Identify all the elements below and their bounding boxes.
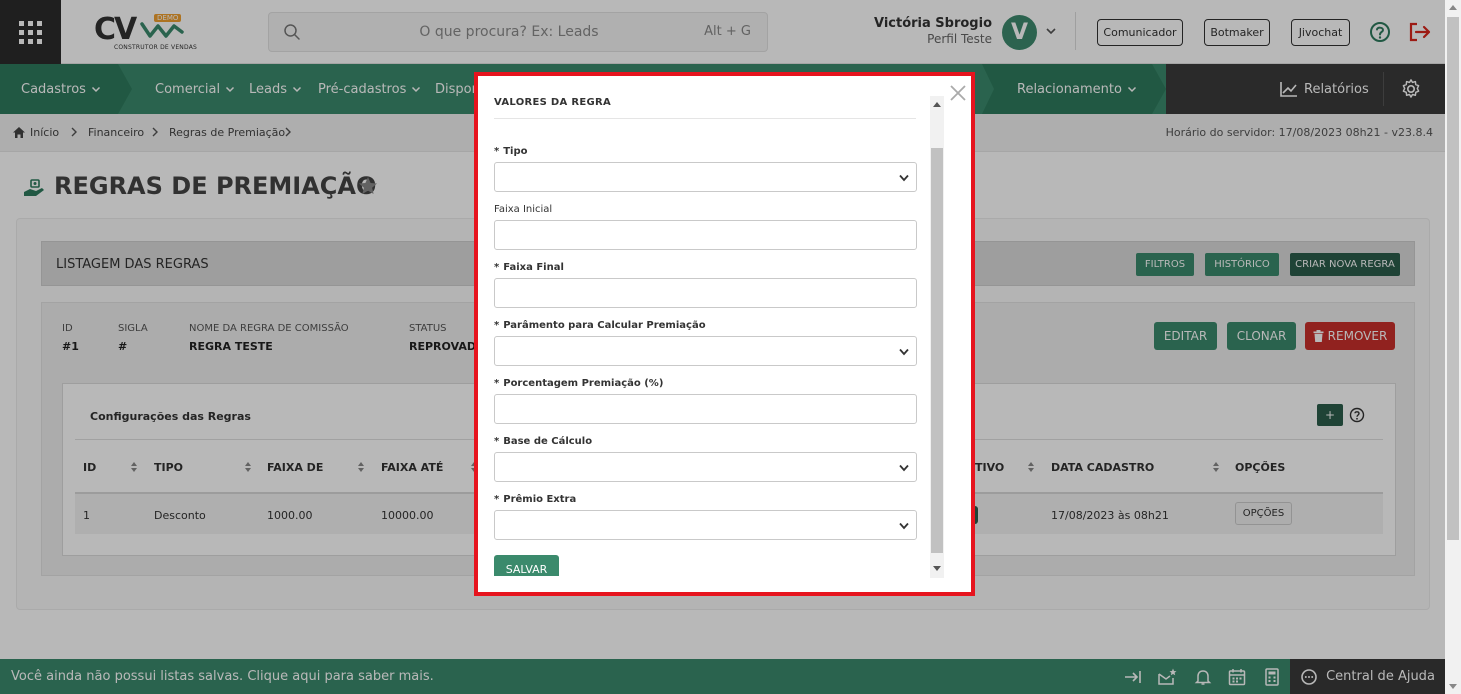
faixa-inicial-field[interactable] xyxy=(494,220,917,250)
close-icon[interactable] xyxy=(949,84,967,102)
faixa-final-field[interactable] xyxy=(494,278,917,308)
field-label-porcentagem: * Porcentagem Premiação (%) xyxy=(494,378,664,389)
required-marker: * xyxy=(494,436,500,447)
required-marker: * xyxy=(494,320,500,331)
scroll-up-arrow-icon[interactable] xyxy=(933,102,941,107)
modal-heading: VALORES DA REGRA xyxy=(494,97,612,108)
chevron-down-icon xyxy=(899,464,909,472)
required-marker: * xyxy=(494,494,500,505)
chevron-down-icon xyxy=(899,522,909,530)
field-label-faixa-final: * Faixa Final xyxy=(494,262,564,273)
parametro-select[interactable] xyxy=(494,336,917,366)
tipo-select[interactable] xyxy=(494,162,917,192)
chevron-down-icon xyxy=(899,174,909,182)
scrollbar-thumb[interactable] xyxy=(931,148,943,553)
required-marker: * xyxy=(494,262,500,273)
required-marker: * xyxy=(494,146,500,157)
save-button[interactable]: SALVAR xyxy=(494,555,559,576)
faixa-inicial-input[interactable] xyxy=(495,221,916,249)
field-label-faixa-inicial: Faixa Inicial xyxy=(494,204,553,215)
field-label-parametro: * Parâmento para Calcular Premiação xyxy=(494,320,706,331)
field-label-tipo: * Tipo xyxy=(494,146,528,157)
base-calculo-select[interactable] xyxy=(494,452,917,482)
chevron-down-icon xyxy=(899,348,909,356)
modal-scrollbar[interactable] xyxy=(930,96,944,578)
modal-body: VALORES DA REGRA * Tipo Faixa Inicial * Fa… xyxy=(478,76,930,576)
field-label-base-calculo: * Base de Cálculo xyxy=(494,436,593,447)
scrollbar-thumb[interactable] xyxy=(1447,17,1459,540)
scroll-up-arrow-icon[interactable] xyxy=(1449,5,1457,10)
field-label-premio-extra: * Prêmio Extra xyxy=(494,494,577,505)
required-marker: * xyxy=(494,378,500,389)
divider xyxy=(494,118,916,119)
porcentagem-input[interactable] xyxy=(495,395,916,423)
faixa-final-input[interactable] xyxy=(495,279,916,307)
porcentagem-field[interactable] xyxy=(494,394,917,424)
premio-extra-select[interactable] xyxy=(494,510,917,540)
scroll-down-arrow-icon[interactable] xyxy=(1449,684,1457,689)
rule-values-modal: VALORES DA REGRA * Tipo Faixa Inicial * Fa… xyxy=(474,72,975,596)
scroll-down-arrow-icon[interactable] xyxy=(933,566,941,571)
page-scrollbar[interactable] xyxy=(1445,0,1461,694)
